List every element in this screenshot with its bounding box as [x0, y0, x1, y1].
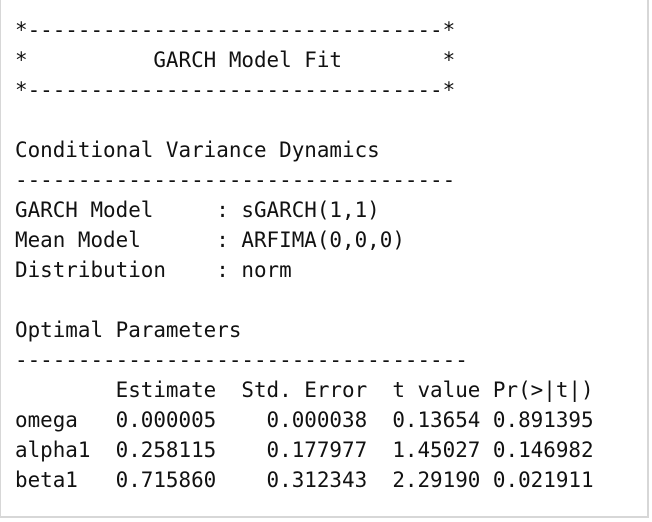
console-output: *---------------------------------* * GAR… [15, 15, 594, 495]
parameter-table-header: Estimate Std. Error t value Pr(>|t|) [15, 378, 594, 402]
distribution-line: Distribution : norm [15, 258, 292, 282]
mean-model-line: Mean Model : ARFIMA(0,0,0) [15, 228, 405, 252]
section-divider: ----------------------------------- [15, 168, 456, 192]
section-heading-optimal-parameters: Optimal Parameters [15, 318, 242, 342]
parameter-row-alpha1: alpha1 0.258115 0.177977 1.45027 0.14698… [15, 438, 594, 462]
garch-model-line: GARCH Model : sGARCH(1,1) [15, 198, 380, 222]
section-heading-variance-dynamics: Conditional Variance Dynamics [15, 138, 380, 162]
console-panel: *---------------------------------* * GAR… [0, 0, 649, 518]
parameter-row-beta1: beta1 0.715860 0.312343 2.29190 0.021911 [15, 468, 594, 492]
section-divider: ------------------------------------ [15, 348, 468, 372]
garch-banner-top-border: *---------------------------------* [15, 18, 456, 42]
garch-banner-title: * GARCH Model Fit * [15, 48, 456, 72]
garch-banner-bottom-border: *---------------------------------* [15, 78, 456, 102]
parameter-row-omega: omega 0.000005 0.000038 0.13654 0.891395 [15, 408, 594, 432]
